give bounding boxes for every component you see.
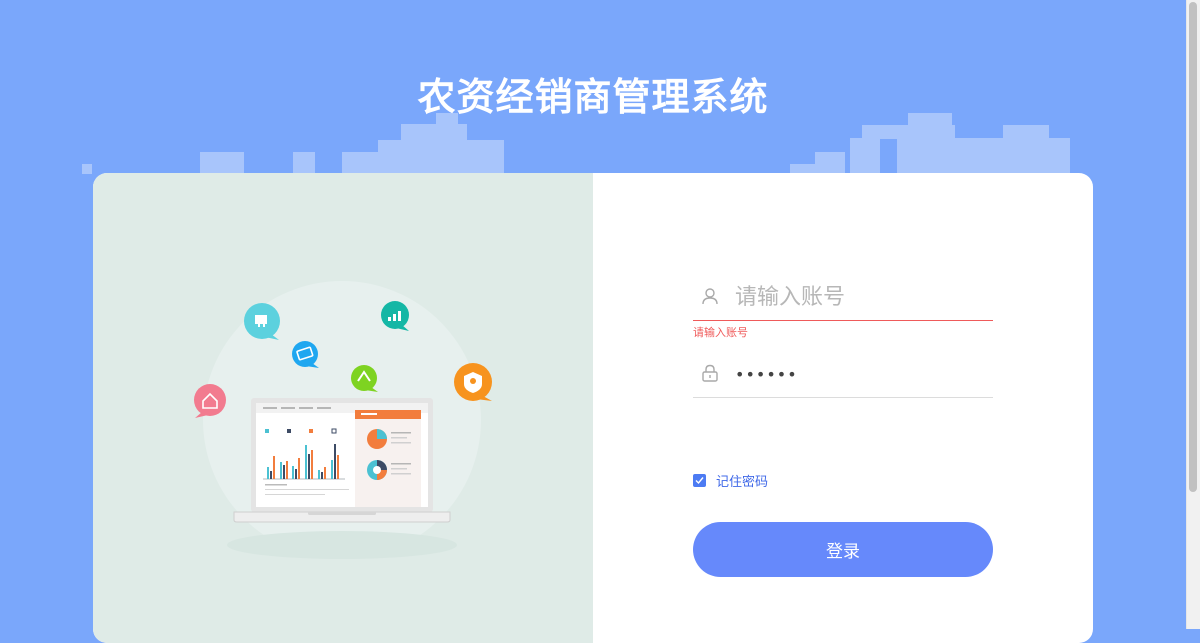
- username-field: [693, 272, 993, 321]
- page-title: 农资经销商管理系统: [417, 75, 769, 119]
- user-icon: [702, 288, 718, 305]
- login-form: 请输入账号 记住密码 登录: [693, 173, 993, 643]
- remember-label: 记住密码: [716, 474, 769, 490]
- remember-password[interactable]: 记住密码: [693, 471, 769, 490]
- laptop-dashboard-illustration: [194, 281, 492, 559]
- username-input[interactable]: [733, 278, 987, 316]
- illustration-panel: [93, 173, 593, 643]
- login-card: 请输入账号 记住密码 登录: [93, 173, 1093, 643]
- lock-icon: [702, 364, 718, 382]
- remember-checkbox[interactable]: [693, 473, 706, 487]
- scrollbar[interactable]: [1186, 0, 1200, 629]
- scrollbar-thumb[interactable]: [1189, 2, 1197, 492]
- login-button[interactable]: 登录: [693, 522, 993, 577]
- check-icon: [695, 476, 704, 484]
- username-error-message: 请输入账号: [693, 326, 748, 339]
- password-input[interactable]: [733, 355, 987, 393]
- password-field: [693, 349, 993, 398]
